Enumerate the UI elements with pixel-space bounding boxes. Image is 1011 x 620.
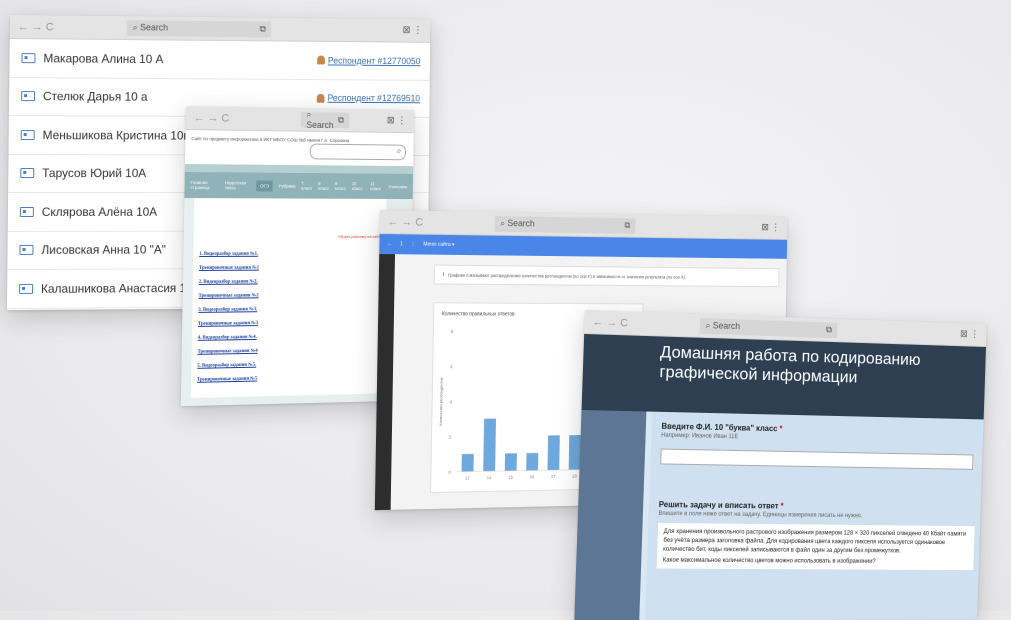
form-left-bar	[574, 409, 647, 620]
bar[interactable]	[504, 453, 517, 471]
topbar-item[interactable]: 1	[400, 241, 403, 247]
search-icon: ⌕ Search	[132, 22, 169, 33]
copy-icon[interactable]: ⧉	[259, 24, 266, 35]
id-card-icon	[21, 91, 36, 102]
site-link[interactable]: Тренировочные задания №3	[198, 317, 258, 332]
site-header: Сайт по предмету информатика в ИКТ МБОУ …	[184, 129, 414, 167]
site-menu-item[interactable]: Учителям	[388, 184, 407, 189]
site-link[interactable]: Тренировочные задания №4	[197, 345, 258, 360]
info-text: Графики показывают распределение количес…	[448, 272, 686, 280]
site-link[interactable]: Тренировочные задания №5	[197, 373, 257, 388]
x-tick-label: 12	[465, 475, 470, 480]
extensions-icon[interactable]: ⊠ ⋮	[761, 222, 780, 233]
respondent-name: Калашникова Анастасия 10А	[40, 280, 201, 296]
id-card-icon	[19, 283, 34, 294]
y-tick-label: 6	[450, 364, 453, 369]
address-bar[interactable]: ⌕ Search ⧉	[699, 317, 838, 338]
site-link[interactable]: 5. Видеоразбор задания №5.	[197, 359, 257, 374]
search-icon: ⌕ Search	[500, 218, 535, 229]
site-link[interactable]: Тренировочные задания №2	[198, 289, 258, 303]
site-link[interactable]: 4. Видеоразбор задания №4.	[198, 331, 258, 346]
id-card-icon	[19, 206, 34, 217]
y-tick-label: 0	[448, 470, 451, 475]
x-tick-label: 17	[551, 474, 556, 479]
info-icon: ℹ	[442, 271, 445, 277]
site-menu-item[interactable]: Недетская связь	[225, 180, 251, 190]
id-card-icon	[20, 168, 35, 179]
x-tick-label: 14	[487, 475, 492, 480]
browser-toolbar: ← → C ⌕ Search ⧉ ⊠ ⋮	[185, 106, 415, 134]
y-tick-label: 2	[449, 435, 452, 440]
extensions-icon[interactable]: ⊠ ⋮	[960, 329, 979, 340]
respondent-link[interactable]: Респондент #12770050	[317, 55, 420, 66]
site-menu-item[interactable]: 7 класс	[301, 181, 312, 191]
bar[interactable]	[526, 452, 539, 471]
address-bar[interactable]: ⌕ Search ⧉	[300, 109, 350, 131]
site-menu-item[interactable]: 9 класс	[335, 181, 346, 191]
info-banner: ℹ Графики показывают распределение колич…	[433, 264, 780, 288]
form-title: Домашняя работа по кодированию графическ…	[581, 333, 987, 420]
site-menu: Главная страница Недетская связь ОГЭ Рубрик…	[184, 172, 414, 200]
site-menu-item[interactable]: 8 класс	[318, 181, 329, 191]
site-menu-item[interactable]: 10 класс	[352, 181, 365, 191]
address-bar[interactable]: ⌕ Search ⧉	[494, 215, 637, 234]
x-tick-label: 16	[530, 474, 535, 479]
site-menu-item[interactable]: 11 класс	[370, 181, 383, 191]
respondent-row[interactable]: Макарова Алина 10 А Респондент #12770050	[9, 38, 431, 81]
topbar-item[interactable]: ⋮	[411, 241, 416, 247]
search-icon: ⌕ Search	[705, 320, 741, 332]
site-menu-item[interactable]: ОГЭ	[256, 180, 273, 192]
form-panel: Введите Ф.И. 10 "буква" класс * Например…	[644, 411, 984, 620]
y-axis-label: Количество респондентов	[438, 378, 444, 426]
extensions-icon[interactable]: ⊠ ⋮	[402, 25, 422, 36]
bar[interactable]	[461, 453, 474, 472]
respondent-name: Тарусов Юрий 10А	[42, 166, 147, 181]
id-card-icon	[19, 245, 34, 256]
respondent-name: Лисовская Анна 10 "А"	[41, 242, 166, 258]
site-menu-item[interactable]: Главная страница	[190, 180, 218, 190]
site-link[interactable]: Тренировочные задания №1	[199, 262, 259, 276]
bar[interactable]	[483, 418, 496, 472]
copy-icon[interactable]: ⧉	[624, 220, 630, 231]
search-icon: ⌕ Search	[306, 109, 334, 131]
respondent-name: Макарова Алина 10 А	[43, 51, 164, 66]
site-search-input[interactable]	[309, 143, 407, 161]
address-bar[interactable]: ⌕ Search ⧉	[126, 19, 272, 37]
site-content: Убрать рекламу на сайте 1. Видеоразбор з…	[190, 198, 387, 398]
site-title: Сайт по предмету информатика в ИКТ МБОУ …	[191, 136, 350, 144]
person-icon	[316, 93, 325, 103]
site-link[interactable]: 1. Видеоразбор задания №1.	[199, 248, 259, 262]
respondent-name: Склярова Алёна 10А	[41, 204, 158, 219]
x-tick-label: 18	[572, 474, 577, 479]
topbar-item[interactable]: ←	[387, 241, 392, 247]
site-menu-item[interactable]: Рубрики	[279, 183, 296, 188]
nav-buttons[interactable]: ← → C	[592, 316, 700, 332]
id-card-icon	[20, 129, 35, 140]
copy-icon[interactable]: ⧉	[826, 324, 832, 335]
y-tick-label: 8	[451, 329, 454, 334]
homework-form-window: ← → C ⌕ Search ⧉ ⊠ ⋮ Домашняя работа по …	[574, 310, 987, 620]
nav-buttons[interactable]: ← → C	[388, 216, 495, 230]
respondent-link[interactable]: Респондент #12769510	[316, 93, 420, 103]
respondent-name: Меньшикова Кристина 10в	[42, 127, 190, 143]
extensions-icon[interactable]: ⊠ ⋮	[387, 115, 407, 126]
topbar-item[interactable]: Меню сайта ▾	[423, 242, 454, 248]
site-link[interactable]: 2. Видеоразбор задания №2.	[199, 276, 259, 290]
site-links: 1. Видеоразбор задания №1. Тренировочные …	[197, 248, 259, 388]
y-tick-label: 4	[450, 399, 453, 404]
task-text: Для хранения произвольного растрового из…	[656, 522, 975, 571]
person-icon	[317, 55, 326, 65]
question-task-hint: Впишите в поле ниже ответ на задачу. Еди…	[658, 510, 863, 520]
x-tick-label: 15	[508, 475, 513, 480]
nav-buttons[interactable]: ← → C	[194, 112, 301, 126]
remove-ads-link[interactable]: Убрать рекламу на сайте	[338, 234, 382, 239]
copy-icon[interactable]: ⧉	[338, 115, 344, 126]
respondent-name: Стелюк Дарья 10 а	[42, 89, 148, 104]
nav-buttons[interactable]: ← → C	[18, 21, 127, 34]
bar[interactable]	[547, 435, 560, 471]
site-link[interactable]: 3. Видеоразбор задания №3.	[198, 303, 258, 318]
id-card-icon	[21, 52, 36, 63]
